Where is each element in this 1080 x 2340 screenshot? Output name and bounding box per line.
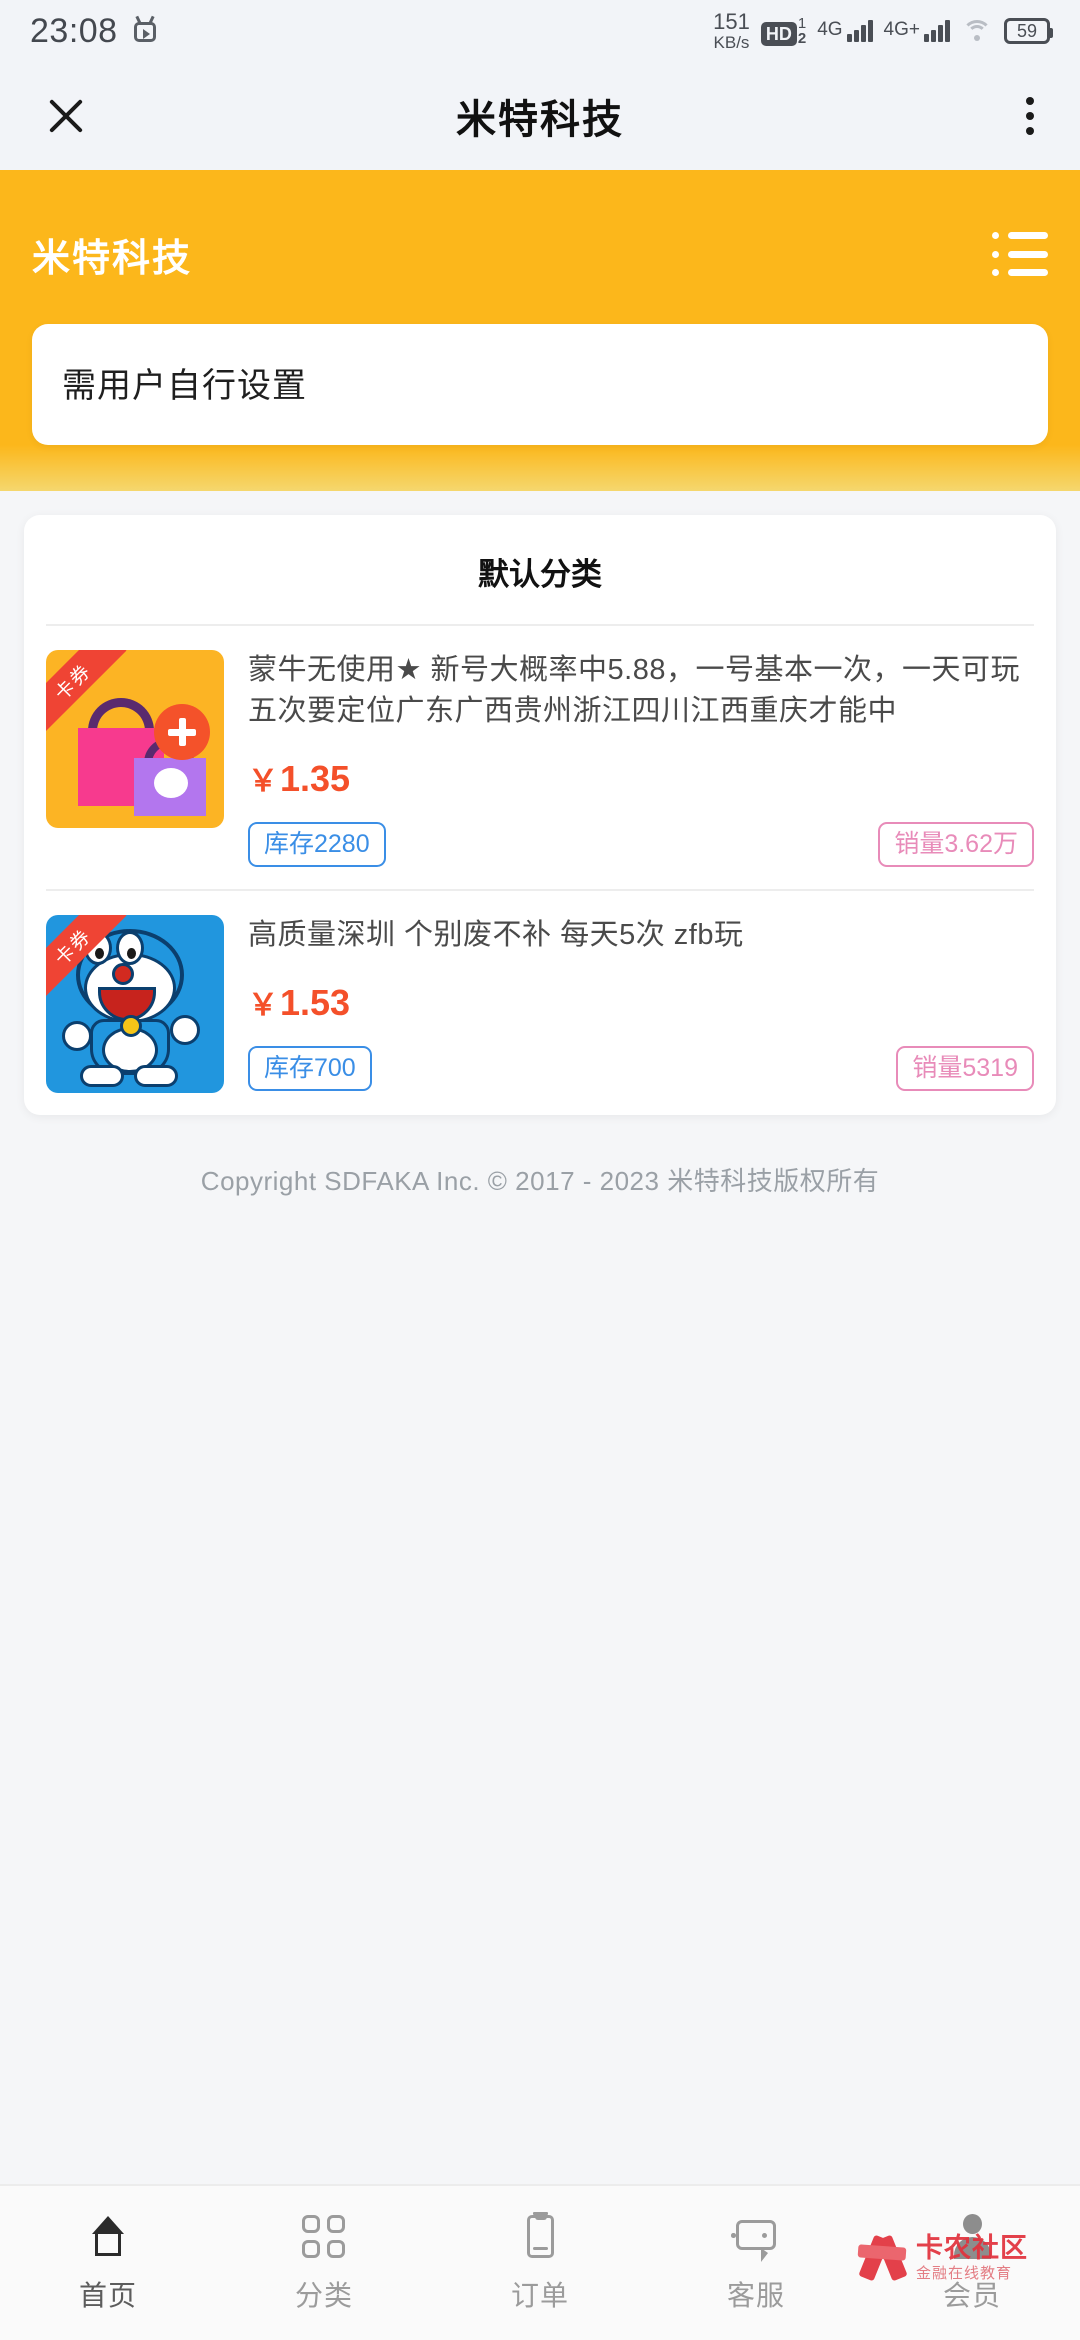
alarm-clock-icon <box>132 15 158 45</box>
tab-home[interactable]: 首页 <box>0 2212 216 2314</box>
network-speed-value: 151 <box>713 9 750 34</box>
hd-sim-top: 1 <box>797 15 807 32</box>
product-price: ￥1.53 <box>248 980 1034 1024</box>
tab-support[interactable]: 客服 <box>648 2212 864 2314</box>
notice-text: 需用户自行设置 <box>62 367 307 405</box>
wifi-icon <box>961 18 993 44</box>
signal-sim1-icon: 4G <box>817 19 873 42</box>
bottom-tab-bar: 首页 分类 订单 客服 会员 <box>0 2184 1080 2340</box>
shop-name: 米特科技 <box>32 237 193 280</box>
price-value: 1.53 <box>280 982 351 1024</box>
status-time: 23:08 <box>30 11 118 50</box>
product-meta: 库存700 销量5319 <box>248 1046 1034 1091</box>
product-name: 高质量深圳 个别废不补 每天5次 zfb玩 <box>248 918 744 951</box>
tab-home-label: 首页 <box>78 2280 137 2311</box>
status-indicators: 151 KB/s HD 1 2 4G 4G+ 59 <box>713 9 1053 52</box>
currency-symbol: ￥ <box>248 765 278 799</box>
signal-sim2-label: 4G+ <box>883 19 920 40</box>
tab-member[interactable]: 会员 <box>864 2212 1080 2314</box>
battery-level-label: 59 <box>1016 20 1038 41</box>
tab-support-label: 客服 <box>726 2280 785 2311</box>
product-name: 蒙牛无使用★ 新号大概率中5.88，一号基本一次，一天可玩五次要定位广东广西贵州… <box>248 654 1020 728</box>
app-bar: 米特科技 <box>0 62 1080 170</box>
user-icon <box>947 2212 997 2262</box>
hero-gradient-divider <box>0 445 1080 491</box>
product-row[interactable]: 卡券 高质量深圳 个别废不补 每天5次 zfb玩 ￥1.53 库存700 销量5… <box>24 891 1056 1115</box>
product-meta: 库存2280 销量3.62万 <box>248 822 1034 867</box>
phone-screen: 23:08 151 KB/s HD 1 2 4G 4G+ 59 米特科技 米特科… <box>0 0 1080 2340</box>
hd-sim-indicator: 1 2 <box>798 16 806 46</box>
shop-hero: 米特科技 需用户自行设置 <box>0 170 1080 445</box>
category-title: 默认分类 <box>478 557 602 592</box>
tab-orders[interactable]: 订单 <box>432 2212 648 2314</box>
shop-hero-top: 米特科技 <box>32 206 1048 302</box>
product-info: 高质量深圳 个别废不补 每天5次 zfb玩 ￥1.53 库存700 销量5319 <box>248 915 1034 1093</box>
clipboard-icon <box>515 2212 565 2262</box>
main-content: 默认分类 卡券 蒙牛无使用★ 新号大概率中5.88，一号基本一次，一天可玩五次要… <box>0 515 1080 1198</box>
category-card: 默认分类 卡券 蒙牛无使用★ 新号大概率中5.88，一号基本一次，一天可玩五次要… <box>24 515 1056 1115</box>
product-thumbnail[interactable]: 卡券 <box>46 914 224 1093</box>
tab-category[interactable]: 分类 <box>216 2212 432 2314</box>
status-bar: 23:08 151 KB/s HD 1 2 4G 4G+ 59 <box>0 0 1080 62</box>
page-title: 米特科技 <box>456 98 624 142</box>
product-row[interactable]: 卡券 蒙牛无使用★ 新号大概率中5.88，一号基本一次，一天可玩五次要定位广东广… <box>24 626 1056 889</box>
copyright-text: Copyright SDFAKA Inc. © 2017 - 2023 米特科技… <box>200 1165 880 1196</box>
price-value: 1.35 <box>280 758 351 800</box>
signal-sim2-icon: 4G+ <box>884 20 950 42</box>
hd-sim-bottom: 2 <box>797 30 807 47</box>
stock-badge: 库存700 <box>248 1046 372 1091</box>
notice-card: 需用户自行设置 <box>32 324 1048 445</box>
sales-badge: 销量3.62万 <box>878 822 1034 867</box>
signal-sim1-label: 4G <box>817 19 843 40</box>
product-info: 蒙牛无使用★ 新号大概率中5.88，一号基本一次，一天可玩五次要定位广东广西贵州… <box>248 650 1034 867</box>
product-thumbnail[interactable]: 卡券 <box>46 650 224 828</box>
chat-bubble-icon <box>731 2212 781 2262</box>
hd-badge-label: HD <box>760 22 797 46</box>
network-speed-unit: KB/s <box>713 33 750 52</box>
currency-symbol: ￥ <box>248 989 278 1023</box>
more-options-button[interactable] <box>1026 97 1034 135</box>
network-speed: 151 KB/s <box>713 9 750 52</box>
product-price: ￥1.35 <box>248 756 1034 800</box>
hd-voice-icon: HD 1 2 <box>760 16 806 46</box>
tab-member-label: 会员 <box>942 2280 1001 2311</box>
tab-orders-label: 订单 <box>510 2280 569 2311</box>
battery-icon: 59 <box>1004 18 1053 44</box>
list-menu-icon[interactable] <box>992 232 1048 276</box>
stock-badge: 库存2280 <box>248 822 386 867</box>
home-icon <box>83 2212 133 2262</box>
sales-badge: 销量5319 <box>896 1046 1034 1091</box>
grid-icon <box>299 2212 349 2262</box>
tab-category-label: 分类 <box>294 2280 353 2311</box>
